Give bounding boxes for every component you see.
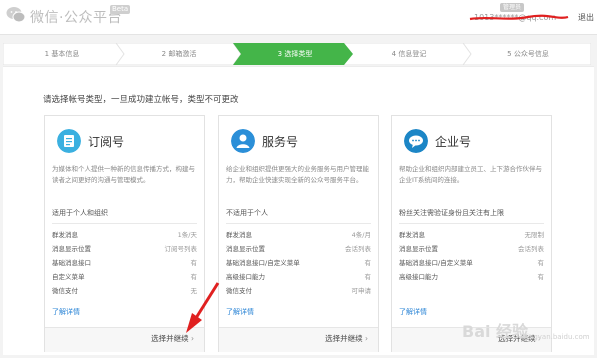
annotation-arrow-icon [186, 282, 220, 333]
watermark: Bai 经验 [462, 322, 529, 341]
watermark-url: jingyan.baidu.com [525, 333, 590, 341]
